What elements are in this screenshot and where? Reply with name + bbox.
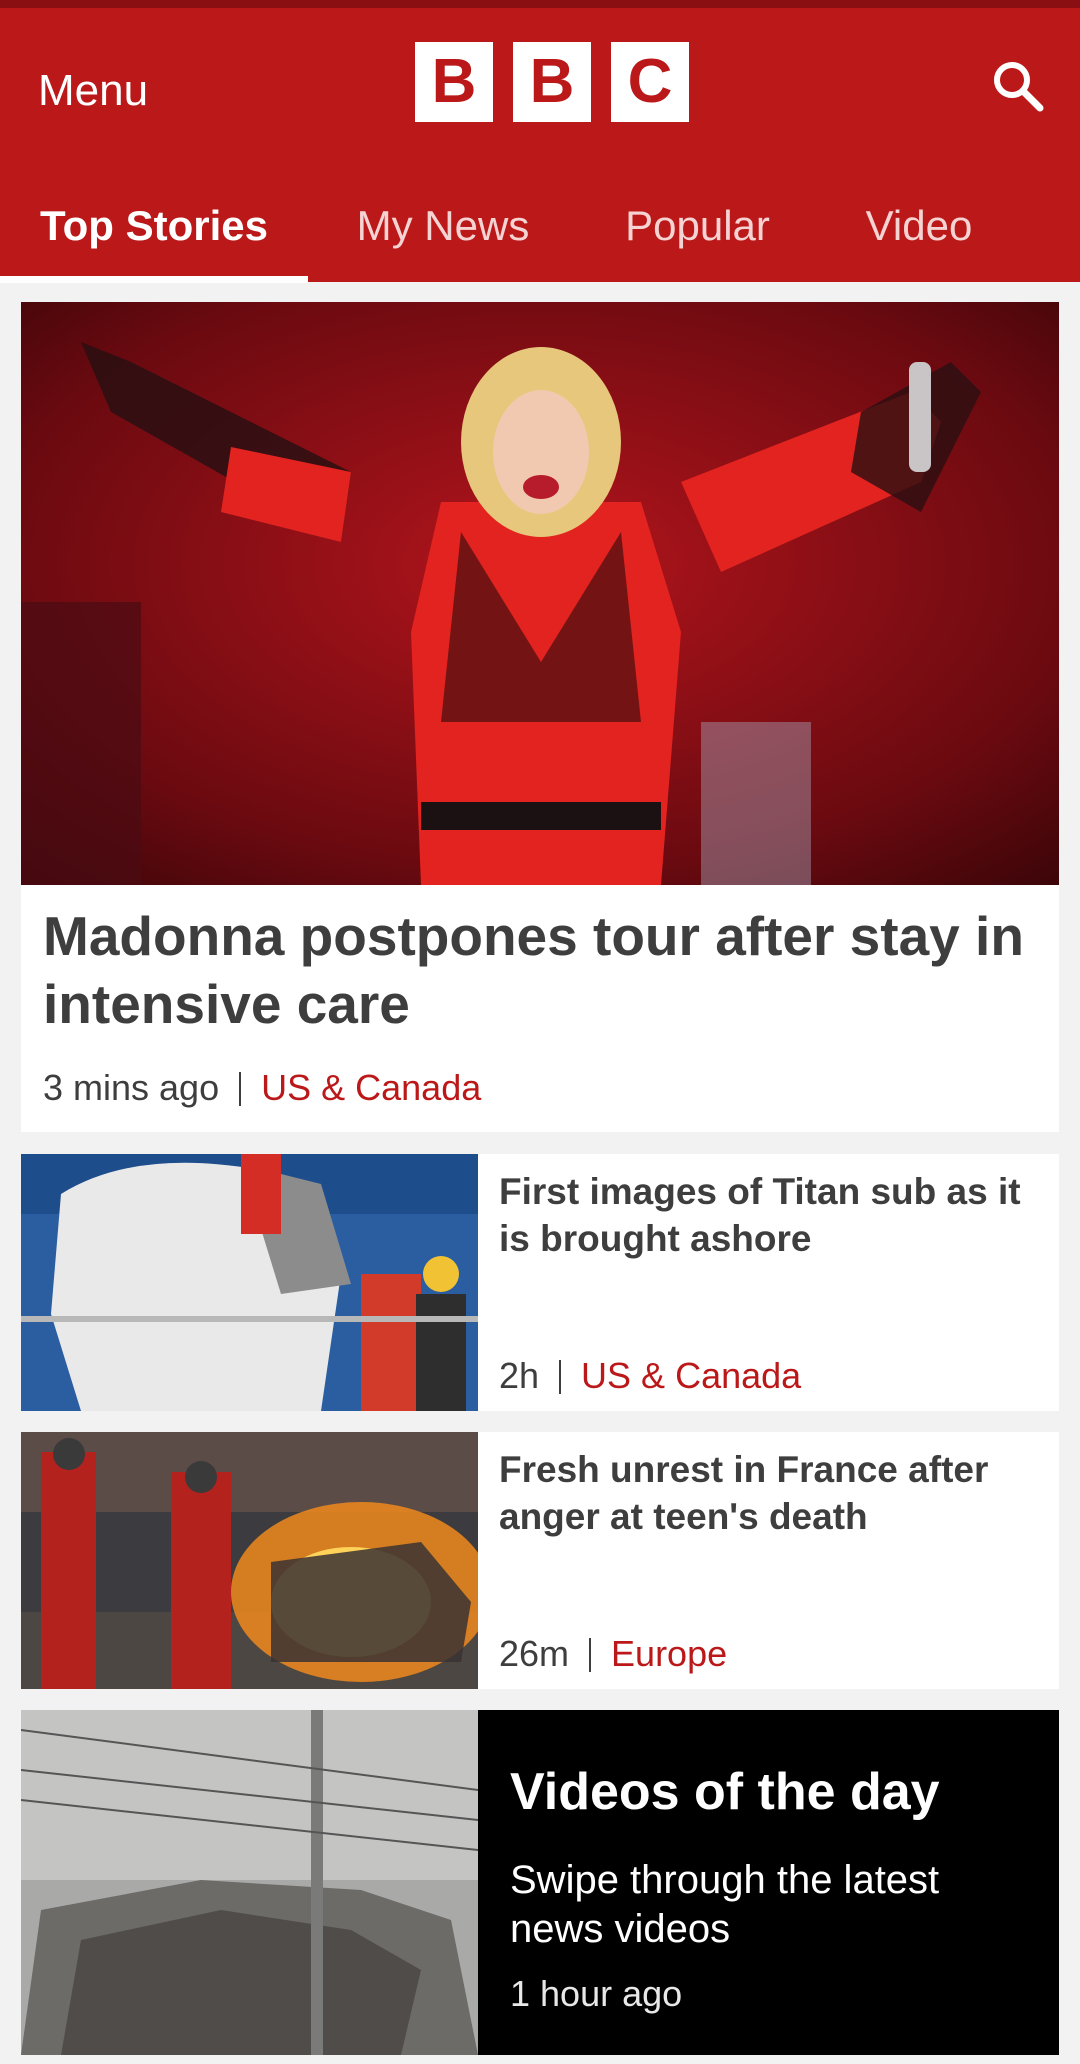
hero-image (21, 302, 1059, 885)
search-icon (994, 62, 1044, 112)
story-meta: 2h US & Canada (499, 1354, 801, 1398)
hero-story-card[interactable]: Madonna postpones tour after stay in int… (21, 302, 1059, 1132)
meta-divider (559, 1360, 562, 1394)
status-strip (0, 0, 1080, 8)
story-headline: Fresh unrest in France after anger at te… (499, 1449, 989, 1537)
story-card[interactable]: Fresh unrest in France after anger at te… (21, 1432, 1059, 1689)
logo-letter-c: C (611, 42, 689, 122)
hero-timestamp: 3 mins ago (43, 1067, 220, 1108)
story-meta: 26m Europe (499, 1632, 727, 1676)
story-section-link[interactable]: US & Canada (581, 1355, 801, 1396)
active-tab-indicator (0, 276, 308, 283)
story-image (21, 1432, 478, 1689)
videos-of-the-day-title: Videos of the day (510, 1763, 940, 1821)
tab-popular[interactable]: Popular (600, 170, 795, 282)
story-headline: First images of Titan sub as it is broug… (499, 1171, 1021, 1259)
tab-bar: Top Stories My News Popular Video (0, 170, 1080, 283)
videos-of-the-day-card[interactable]: Videos of the day Swipe through the late… (21, 1710, 1059, 2055)
hero-headline: Madonna postpones tour after stay in int… (43, 905, 1024, 1035)
story-image (21, 1154, 478, 1411)
search-button[interactable] (988, 56, 1048, 116)
hero-meta: 3 mins ago US & Canada (43, 1066, 481, 1110)
videos-of-the-day-subtitle: Swipe through the latest news videos (510, 1858, 940, 1951)
app-header: Menu B B C Top Stories My News Popular V… (0, 8, 1080, 283)
logo-letter-b1: B (415, 42, 493, 122)
story-card[interactable]: First images of Titan sub as it is broug… (21, 1154, 1059, 1411)
story-timestamp: 26m (499, 1633, 570, 1674)
story-section-link[interactable]: Europe (611, 1633, 727, 1674)
videos-of-the-day-timestamp: 1 hour ago (510, 1973, 683, 2014)
logo-letter-b2: B (513, 42, 591, 122)
tab-my-news[interactable]: My News (340, 170, 546, 282)
menu-button[interactable]: Menu (38, 56, 148, 126)
video-thumbnail (21, 1710, 478, 2055)
tab-video[interactable]: Video (840, 170, 998, 282)
meta-divider (589, 1638, 592, 1672)
tab-top-stories[interactable]: Top Stories (0, 170, 308, 282)
hero-section-link[interactable]: US & Canada (261, 1067, 481, 1108)
story-timestamp: 2h (499, 1355, 540, 1396)
bbc-logo[interactable]: B B C (415, 42, 689, 122)
meta-divider (239, 1072, 242, 1106)
